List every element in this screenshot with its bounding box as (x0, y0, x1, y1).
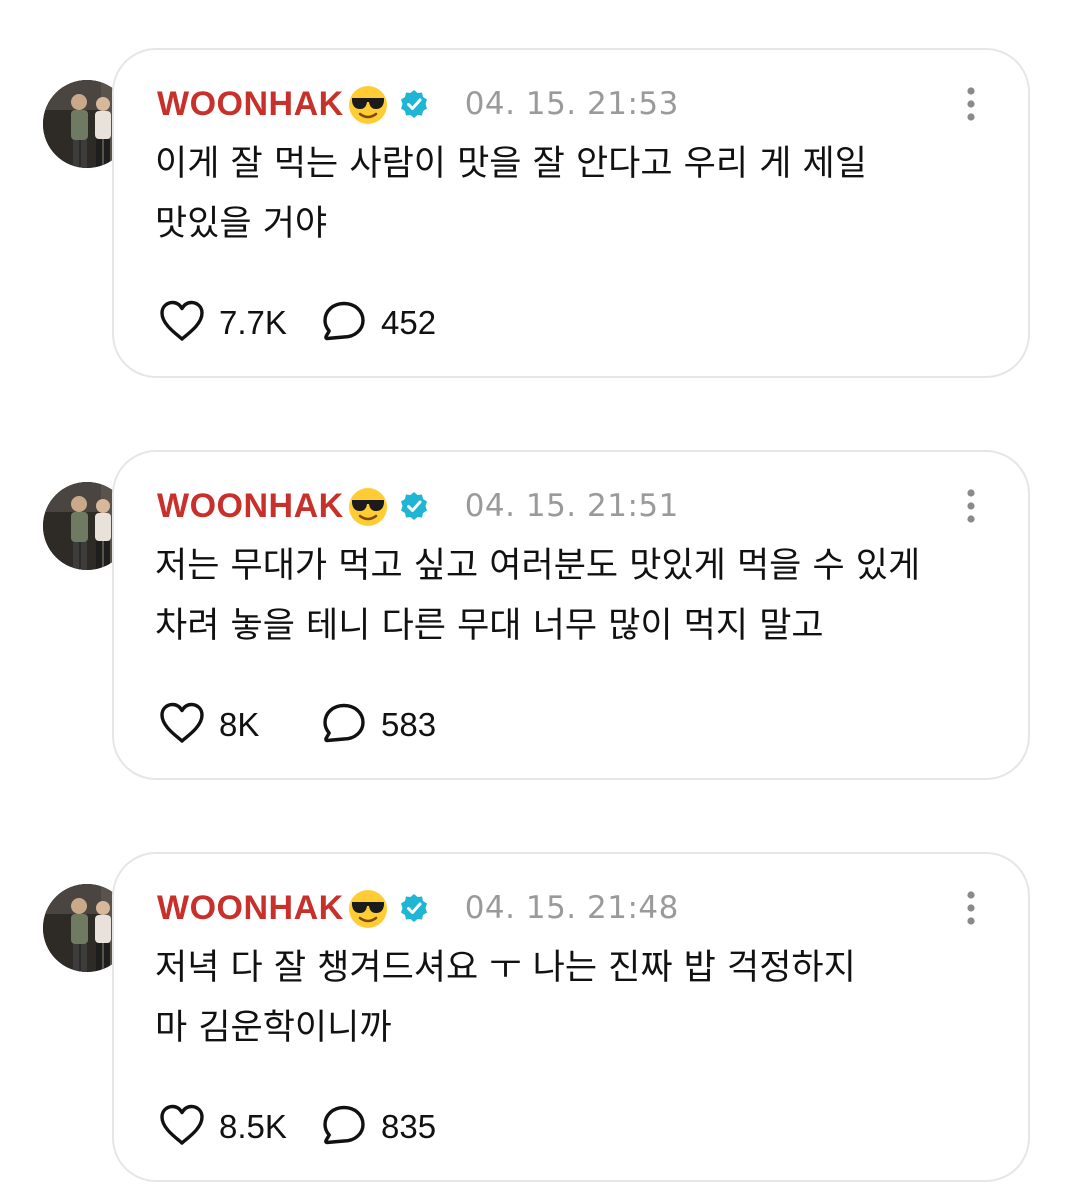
comment-button[interactable]: 835 (321, 1104, 436, 1151)
post-actions: 8K 583 (159, 702, 436, 748)
verified-badge-icon (399, 893, 429, 923)
post-text: 저는 무대가 먹고 싶고 여러분도 맛있게 먹을 수 있게 차려 놓을 테니 다… (155, 536, 1015, 656)
timestamp: 04. 15. 21:51 (464, 488, 679, 524)
speech-bubble-outline-icon (321, 300, 367, 347)
post-card[interactable]: WOONHAK 04. 15. 21:51 저는 무대가 먹고 싶고 여러분도 … (112, 450, 1030, 780)
comment-count: 835 (381, 1108, 437, 1145)
username[interactable]: WOONHAK (157, 85, 344, 124)
username[interactable]: WOONHAK (157, 889, 344, 928)
post-text-line: 저는 무대가 먹고 싶고 여러분도 맛있게 먹을 수 있게 (155, 546, 921, 586)
verified-badge-icon (399, 89, 429, 119)
like-button[interactable]: 7.7K (159, 300, 319, 347)
post-text-line: 이게 잘 먹는 사람이 맛을 잘 안다고 우리 게 제일 (155, 144, 867, 184)
comment-button[interactable]: 452 (321, 300, 436, 347)
heart-outline-icon (159, 1104, 205, 1151)
post-text-line: 마 김운학이니까 (155, 1008, 392, 1048)
post-item: WOONHAK 04. 15. 21:53 이게 잘 먹는 사람이 맛을 잘 안… (0, 48, 1078, 383)
comment-button[interactable]: 583 (321, 702, 436, 749)
timestamp: 04. 15. 21:53 (464, 86, 679, 122)
post-header: WOONHAK 04. 15. 21:48 (157, 884, 679, 932)
smiling-face-with-sunglasses-icon (347, 83, 389, 125)
post-item: WOONHAK 04. 15. 21:48 저녁 다 잘 챙겨드셔요 ㅜ 나는 … (0, 852, 1078, 1187)
like-button[interactable]: 8.5K (159, 1104, 319, 1151)
post-item: WOONHAK 04. 15. 21:51 저는 무대가 먹고 싶고 여러분도 … (0, 450, 1078, 785)
vertical-ellipsis-icon[interactable] (959, 888, 983, 928)
heart-outline-icon (159, 300, 205, 347)
vertical-ellipsis-icon[interactable] (959, 486, 983, 526)
thread-feed: WOONHAK 04. 15. 21:53 이게 잘 먹는 사람이 맛을 잘 안… (0, 0, 1078, 1200)
post-text: 저녁 다 잘 챙겨드셔요 ㅜ 나는 진짜 밥 걱정하지 마 김운학이니까 (155, 938, 1015, 1058)
post-card[interactable]: WOONHAK 04. 15. 21:53 이게 잘 먹는 사람이 맛을 잘 안… (112, 48, 1030, 378)
post-text-line: 맛있을 거야 (155, 204, 328, 244)
post-card[interactable]: WOONHAK 04. 15. 21:48 저녁 다 잘 챙겨드셔요 ㅜ 나는 … (112, 852, 1030, 1182)
username[interactable]: WOONHAK (157, 487, 344, 526)
post-actions: 7.7K 452 (159, 300, 436, 346)
post-text-line: 차려 놓을 테니 다른 무대 너무 많이 먹지 말고 (155, 606, 824, 646)
like-count: 8.5K (219, 1108, 287, 1145)
comment-count: 583 (381, 706, 437, 743)
post-header: WOONHAK 04. 15. 21:53 (157, 80, 679, 128)
smiling-face-with-sunglasses-icon (347, 887, 389, 929)
like-count: 7.7K (219, 304, 287, 341)
like-button[interactable]: 8K (159, 702, 319, 749)
post-header: WOONHAK 04. 15. 21:51 (157, 482, 679, 530)
post-text-line: 저녁 다 잘 챙겨드셔요 ㅜ 나는 진짜 밥 걱정하지 (155, 948, 856, 988)
timestamp: 04. 15. 21:48 (464, 890, 679, 926)
speech-bubble-outline-icon (321, 1104, 367, 1151)
like-count: 8K (219, 706, 260, 743)
vertical-ellipsis-icon[interactable] (959, 84, 983, 124)
speech-bubble-outline-icon (321, 702, 367, 749)
smiling-face-with-sunglasses-icon (347, 485, 389, 527)
heart-outline-icon (159, 702, 205, 749)
comment-count: 452 (381, 304, 437, 341)
post-actions: 8.5K 835 (159, 1104, 436, 1150)
verified-badge-icon (399, 491, 429, 521)
post-text: 이게 잘 먹는 사람이 맛을 잘 안다고 우리 게 제일 맛있을 거야 (155, 134, 1015, 254)
